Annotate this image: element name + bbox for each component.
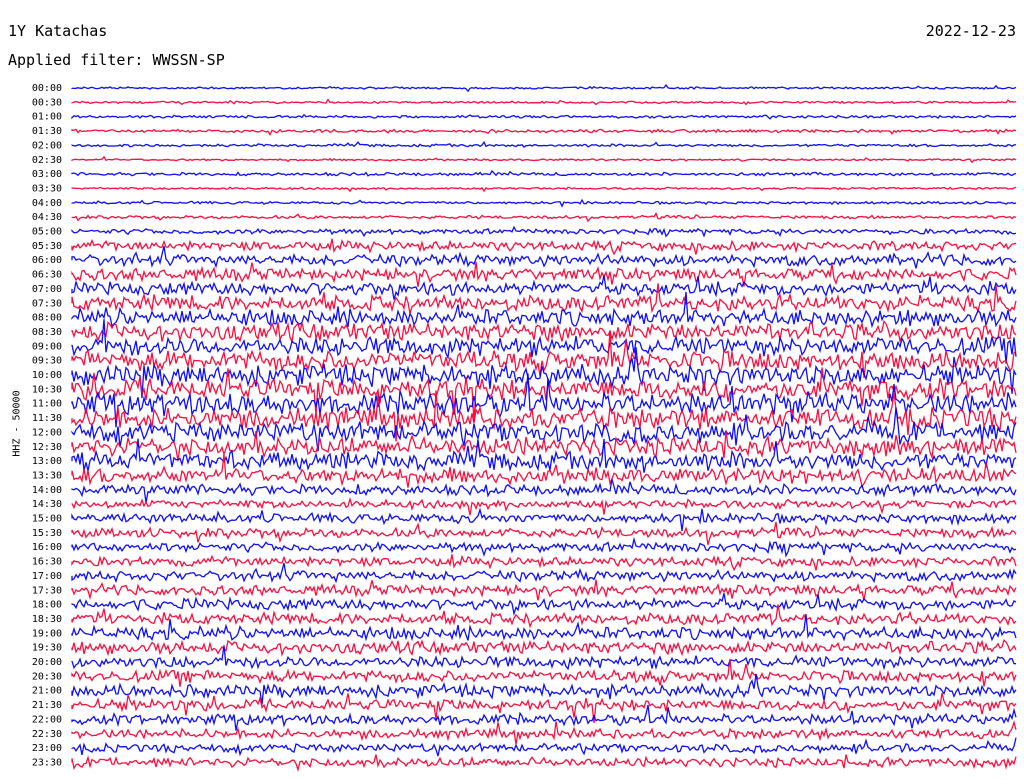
trace-row [71, 245, 1017, 269]
row-time-label: 19:00 [32, 628, 62, 639]
trace-row [71, 128, 1017, 136]
trace-row [71, 155, 1017, 164]
row-time-label: 23:00 [32, 743, 62, 754]
trace-row [71, 639, 1017, 657]
trace-row [71, 113, 1017, 120]
row-time-label: 11:30 [32, 413, 62, 424]
trace-row [71, 496, 1017, 516]
trace-row [71, 275, 1017, 300]
row-time-label: 04:00 [32, 198, 62, 209]
row-time-label: 08:00 [32, 313, 62, 324]
row-time-label: 14:30 [32, 499, 62, 510]
trace-row [71, 330, 1017, 378]
trace-row [71, 169, 1017, 177]
row-time-label: 20:30 [32, 671, 62, 682]
seismogram-traces: 00:00 00:30 01:00 01:30 02:00 02:30 03:00 03:30… [32, 83, 1017, 773]
row-time-label: 17:30 [32, 585, 62, 596]
row-time-label: 12:00 [32, 427, 62, 438]
row-time-label: 08:30 [32, 327, 62, 338]
row-time-label: 04:30 [32, 212, 62, 223]
row-time-label: 05:00 [32, 227, 62, 238]
trace-row [71, 579, 1017, 601]
row-time-label: 15:30 [32, 528, 62, 539]
trace-row [71, 719, 1017, 745]
trace-row [71, 507, 1017, 531]
trace-row [71, 198, 1017, 208]
trace-row [71, 554, 1017, 572]
trace-row [71, 390, 1017, 442]
trace-row [71, 438, 1017, 473]
row-time-label: 06:30 [32, 270, 62, 281]
trace-row [71, 291, 1017, 329]
row-time-label: 03:00 [32, 169, 62, 180]
row-time-label: 00:00 [32, 83, 62, 94]
helicorder-plot: 1Y Katachas 2022-12-23 Applied filter: W… [0, 0, 1024, 780]
trace-row [71, 238, 1017, 256]
row-time-label: 05:30 [32, 241, 62, 252]
row-time-label: 01:00 [32, 112, 62, 123]
trace-row [71, 521, 1017, 545]
trace-row [71, 225, 1017, 238]
row-time-label: 18:00 [32, 600, 62, 611]
trace-row [71, 737, 1017, 757]
row-time-label: 02:30 [32, 155, 62, 166]
trace-row [71, 593, 1017, 617]
row-time-label: 09:30 [32, 356, 62, 367]
trace-row [71, 212, 1017, 223]
row-time-label: 22:00 [32, 714, 62, 725]
row-time-label: 20:00 [32, 657, 62, 668]
row-time-label: 17:00 [32, 571, 62, 582]
trace-row [71, 98, 1017, 106]
row-time-label: 16:30 [32, 557, 62, 568]
row-time-label: 07:00 [32, 284, 62, 295]
trace-row [71, 319, 1017, 344]
trace-row [71, 704, 1017, 731]
trace-row [71, 83, 1017, 93]
row-time-label: 22:30 [32, 729, 62, 740]
row-time-label: 21:00 [32, 686, 62, 697]
row-time-label: 09:00 [32, 341, 62, 352]
row-time-label: 03:30 [32, 183, 62, 194]
row-time-label: 19:30 [32, 643, 62, 654]
trace-row [71, 186, 1017, 193]
row-time-label: 01:30 [32, 126, 62, 137]
row-time-label: 00:30 [32, 97, 62, 108]
row-time-label: 12:30 [32, 442, 62, 453]
row-time-label: 07:30 [32, 298, 62, 309]
row-time-label: 18:30 [32, 614, 62, 625]
row-time-label: 13:30 [32, 470, 62, 481]
row-time-label: 02:00 [32, 140, 62, 151]
row-time-label: 14:00 [32, 485, 62, 496]
row-time-label: 11:00 [32, 399, 62, 410]
row-time-label: 10:00 [32, 370, 62, 381]
trace-row [71, 479, 1017, 503]
trace-row [71, 140, 1017, 148]
row-time-label: 06:00 [32, 255, 62, 266]
row-time-label: 21:30 [32, 700, 62, 711]
trace-row [71, 604, 1017, 629]
row-time-label: 15:00 [32, 514, 62, 525]
row-time-label: 16:00 [32, 542, 62, 553]
row-time-label: 10:30 [32, 384, 62, 395]
trace-row [71, 754, 1017, 773]
row-time-label: 23:30 [32, 757, 62, 768]
trace-row [71, 536, 1017, 558]
row-time-label: 13:00 [32, 456, 62, 467]
